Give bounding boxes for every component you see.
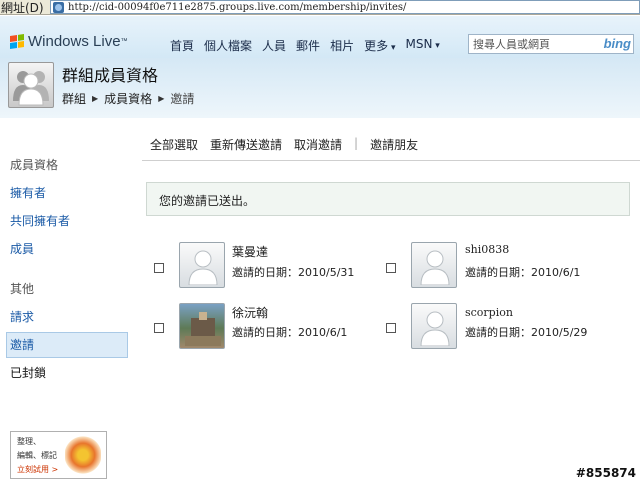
search-input[interactable]: 搜尋人員或網頁 bing bbox=[468, 34, 634, 54]
invite-checkbox[interactable] bbox=[154, 323, 164, 333]
nav-more[interactable]: 更多 bbox=[364, 37, 395, 54]
ad-line1: 整理、 bbox=[17, 437, 41, 446]
windows-live-logo[interactable]: Windows Live ™ bbox=[10, 33, 128, 50]
invite-checkbox[interactable] bbox=[154, 263, 164, 273]
breadcrumb-groups[interactable]: 群組 bbox=[62, 90, 86, 107]
address-input[interactable]: http://cid-00094f0e711e2875.groups.live.… bbox=[50, 0, 640, 14]
invite-toolbar: 全部選取 重新傳送邀請 取消邀請 | 邀請朋友 bbox=[150, 136, 418, 153]
address-label: 網址(D) bbox=[1, 0, 44, 15]
nav-home[interactable]: 首頁 bbox=[170, 37, 194, 54]
page-icon bbox=[53, 1, 64, 13]
sidebar-item-co-owners[interactable]: 共同擁有者 bbox=[10, 212, 70, 229]
select-all-link[interactable]: 全部選取 bbox=[150, 136, 198, 153]
ad-link[interactable]: 立刻試用 > bbox=[17, 464, 58, 475]
logo-text: Windows Live bbox=[28, 33, 121, 50]
ad-line2: 編輯、標記 bbox=[17, 451, 57, 460]
breadcrumb-arrow-icon: ▶ bbox=[158, 94, 165, 103]
breadcrumb-arrow-icon: ▶ bbox=[92, 94, 99, 103]
invite-date: 邀請的日期：2010/6/1 bbox=[232, 326, 348, 339]
avatar-placeholder-icon[interactable] bbox=[179, 242, 225, 288]
top-nav: 首頁 個人檔案 人員 郵件 相片 更多 MSN bbox=[170, 37, 440, 54]
address-bar: 網址(D) http://cid-00094f0e711e2875.groups… bbox=[0, 0, 640, 15]
toolbar-divider: | bbox=[354, 136, 359, 150]
bing-search-button[interactable]: bing bbox=[604, 36, 631, 51]
invite-friends-link[interactable]: 邀請朋友 bbox=[370, 136, 418, 153]
page-title: 群組成員資格 bbox=[62, 66, 159, 85]
resend-invite-link[interactable]: 重新傳送邀請 bbox=[210, 136, 282, 153]
invitee-name[interactable]: shi0838 bbox=[465, 243, 509, 256]
nav-msn[interactable]: MSN bbox=[405, 37, 439, 54]
invitee-name[interactable]: 葉曼達 bbox=[232, 243, 268, 260]
sidebar-heading-membership: 成員資格 bbox=[10, 158, 59, 172]
invitee-name[interactable]: 徐沅翰 bbox=[232, 304, 268, 321]
sidebar-item-owners[interactable]: 擁有者 bbox=[10, 184, 46, 201]
flower-icon bbox=[65, 436, 101, 474]
invite-date: 邀請的日期：2010/5/31 bbox=[232, 266, 355, 279]
logo-tm: ™ bbox=[120, 38, 128, 45]
windows-flag-icon bbox=[10, 34, 24, 49]
cancel-invite-link[interactable]: 取消邀請 bbox=[294, 136, 342, 153]
group-people-icon bbox=[8, 62, 54, 108]
sidebar: 成員資格 擁有者 共同擁有者 成員 其他 請求 邀請 已封鎖 bbox=[0, 118, 138, 478]
breadcrumb-invites: 邀請 bbox=[170, 92, 195, 106]
toolbar-divider-line bbox=[142, 160, 640, 161]
invite-date: 邀請的日期：2010/6/1 bbox=[465, 266, 581, 279]
nav-people[interactable]: 人員 bbox=[262, 37, 286, 54]
breadcrumb: 群組 ▶ 成員資格 ▶ 邀請 bbox=[62, 90, 194, 107]
address-url: http://cid-00094f0e711e2875.groups.live.… bbox=[68, 1, 407, 13]
avatar-photo[interactable] bbox=[179, 303, 225, 349]
top-header: Windows Live™ 首頁 個人檔案 人員 郵件 相片 更多 MSN 搜尋… bbox=[0, 16, 640, 58]
invitee-name[interactable]: scorpion bbox=[465, 306, 513, 319]
status-notice: 您的邀請已送出。 bbox=[146, 182, 630, 216]
nav-profile[interactable]: 個人檔案 bbox=[204, 37, 252, 54]
watermark-id: #855874 bbox=[575, 466, 636, 480]
invite-date: 邀請的日期：2010/5/29 bbox=[465, 326, 588, 339]
avatar-placeholder-icon[interactable] bbox=[411, 303, 457, 349]
sidebar-item-blocked[interactable]: 已封鎖 bbox=[10, 364, 46, 381]
sidebar-item-members[interactable]: 成員 bbox=[10, 240, 34, 257]
invite-checkbox[interactable] bbox=[386, 323, 396, 333]
breadcrumb-membership[interactable]: 成員資格 bbox=[104, 90, 152, 107]
nav-mail[interactable]: 郵件 bbox=[296, 37, 320, 54]
promo-ad[interactable]: 整理、 編輯、標記 立刻試用 > bbox=[10, 431, 107, 479]
invite-checkbox[interactable] bbox=[386, 263, 396, 273]
sidebar-item-requests[interactable]: 請求 bbox=[10, 308, 34, 325]
sidebar-heading-other: 其他 bbox=[10, 282, 35, 296]
search-placeholder: 搜尋人員或網頁 bbox=[473, 38, 550, 51]
avatar-placeholder-icon[interactable] bbox=[411, 242, 457, 288]
nav-photos[interactable]: 相片 bbox=[330, 37, 354, 54]
sidebar-item-invites[interactable]: 邀請 bbox=[10, 336, 34, 353]
